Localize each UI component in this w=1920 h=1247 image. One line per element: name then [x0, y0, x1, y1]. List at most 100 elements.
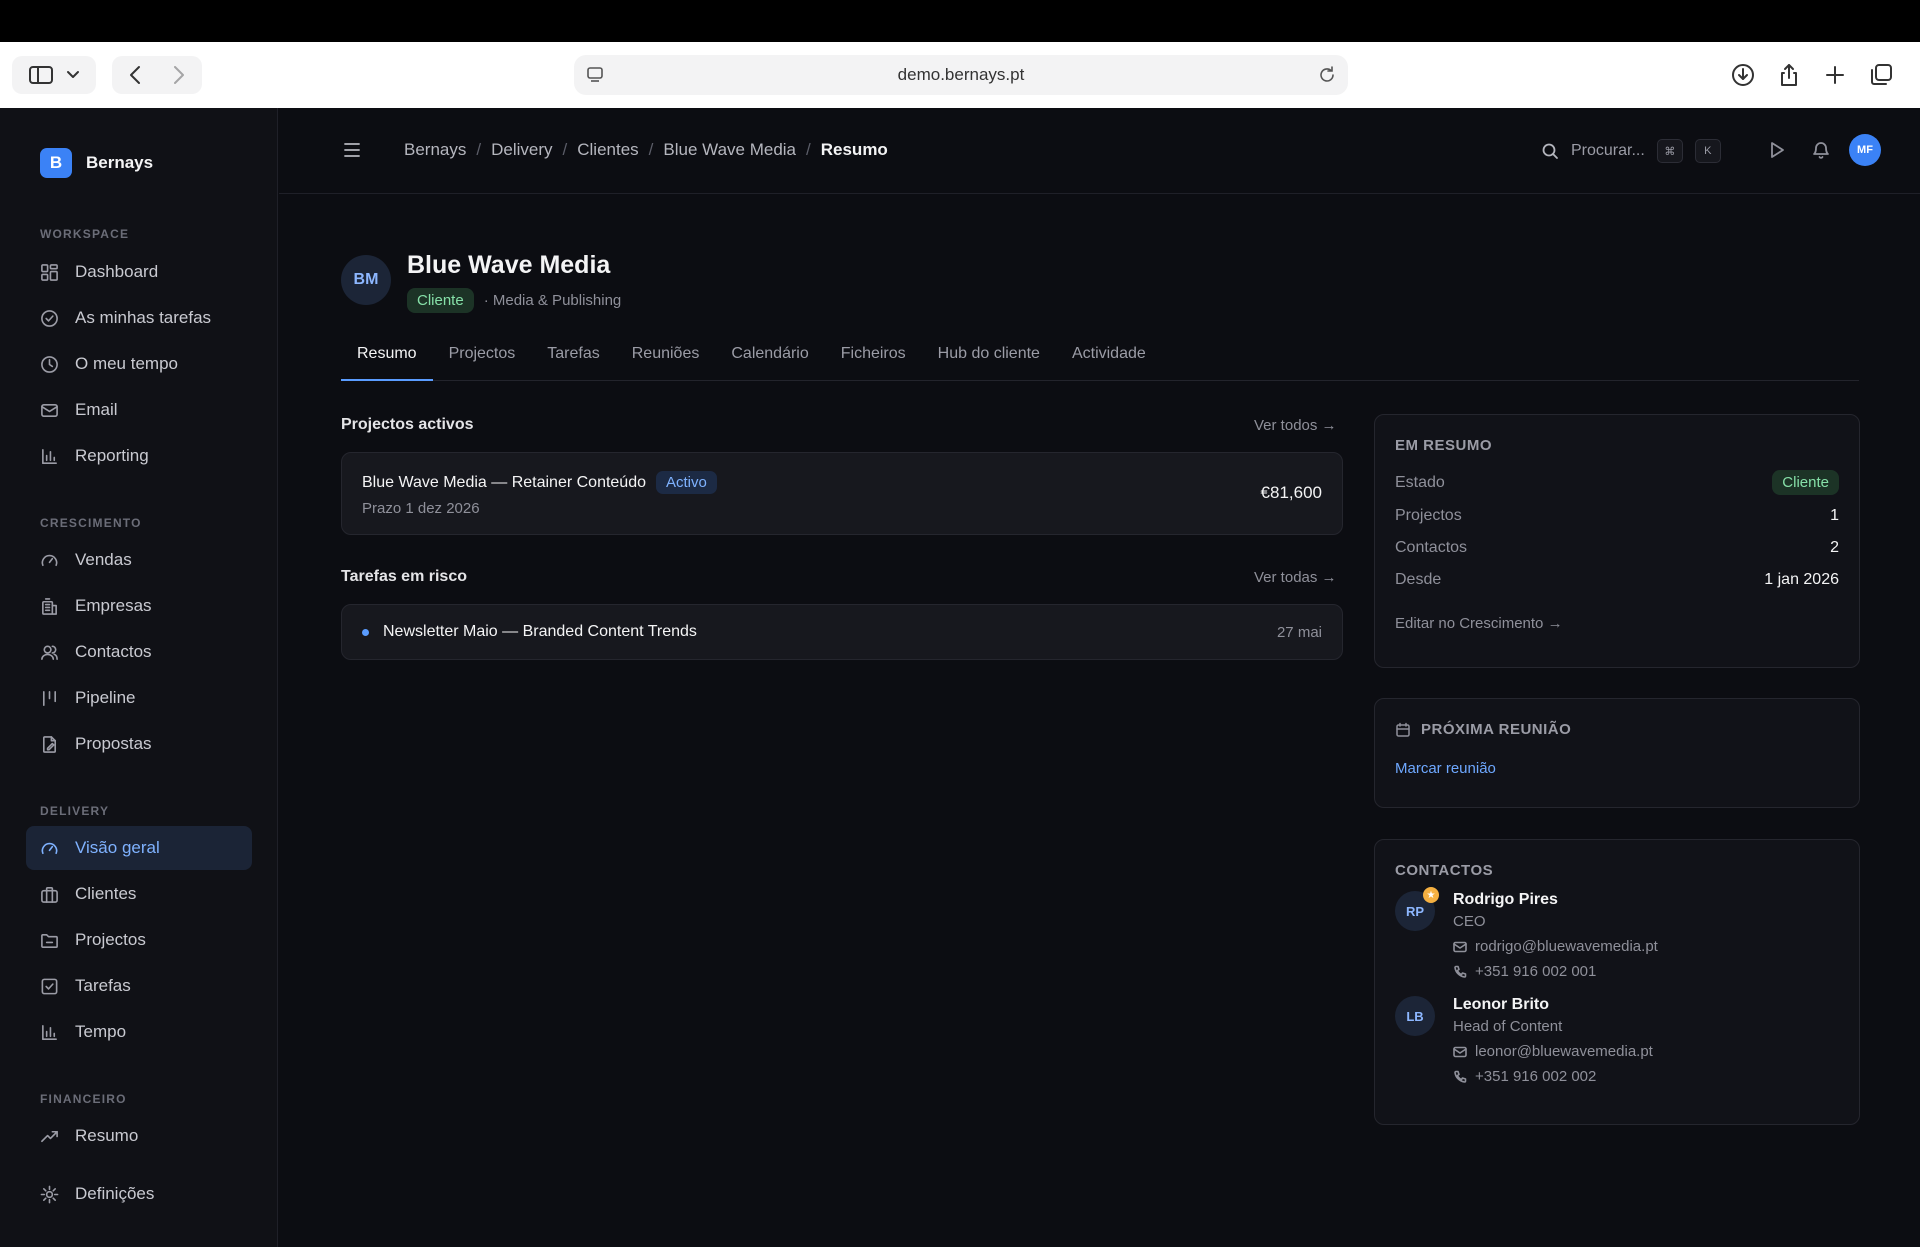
- section-title-workspace: WORKSPACE: [40, 227, 130, 241]
- address-bar[interactable]: demo.bernays.pt: [574, 55, 1348, 95]
- sidebar-item-label: Propostas: [75, 734, 152, 753]
- users-icon: [41, 645, 58, 660]
- sidebar-item-tempo[interactable]: Tempo: [26, 1010, 252, 1054]
- summary-key: Contactos: [1395, 539, 1468, 556]
- breadcrumb-separator: /: [476, 140, 482, 159]
- brand[interactable]: B Bernays: [40, 148, 153, 178]
- new-tab-icon[interactable]: [1822, 62, 1848, 88]
- search-trigger[interactable]: Procurar... ⌘ K: [1541, 139, 1721, 163]
- summary-row-projectos: Projectos 1: [1395, 507, 1839, 525]
- tab-overview-icon[interactable]: [1868, 62, 1894, 88]
- document-edit-icon: [42, 735, 57, 753]
- sidebar-item-label: Projectos: [75, 930, 146, 949]
- breadcrumb-item-clientes[interactable]: Clientes: [577, 140, 638, 160]
- tab-resumo[interactable]: Resumo: [341, 335, 433, 381]
- breadcrumb-separator: /: [648, 140, 654, 159]
- contact-item[interactable]: LB Leonor Brito Head of Content leonor@b…: [1395, 996, 1839, 1085]
- window-top-bar: [0, 0, 1920, 42]
- sidebar-item-definicoes[interactable]: Definições: [26, 1172, 252, 1216]
- contact-email: rodrigo@bluewavemedia.pt: [1475, 938, 1658, 955]
- contact-email-line[interactable]: leonor@bluewavemedia.pt: [1453, 1043, 1653, 1060]
- breadcrumb-item-client[interactable]: Blue Wave Media: [663, 140, 796, 160]
- tab-ficheiros[interactable]: Ficheiros: [825, 335, 922, 381]
- contact-avatar: RP ★: [1395, 887, 1439, 931]
- sidebar-item-label: Dashboard: [75, 262, 159, 281]
- sidebar-item-empresas[interactable]: Empresas: [26, 584, 252, 628]
- gauge-icon: [41, 842, 58, 854]
- summary-value: 1 jan 2026: [1764, 571, 1839, 588]
- summary-key: Estado: [1395, 473, 1445, 491]
- sidebar-item-projectos[interactable]: Projectos: [26, 918, 252, 962]
- sidebar-item-visao-geral[interactable]: Visão geral: [26, 826, 252, 870]
- bar-chart-icon: [42, 448, 57, 464]
- contacts-panel: CONTACTOS RP ★ Rodrigo Pires CEO rodrigo…: [1374, 839, 1860, 1125]
- grid-icon: [41, 263, 58, 281]
- sidebar-item-propostas[interactable]: Propostas: [26, 722, 252, 766]
- see-all-tasks-link[interactable]: Ver todas →: [1254, 569, 1337, 586]
- sidebar-item-tarefas[interactable]: Tarefas: [26, 964, 252, 1008]
- sidebar-item-my-time[interactable]: O meu tempo: [26, 342, 252, 386]
- sidebar-item-clientes[interactable]: Clientes: [26, 872, 252, 916]
- pipeline-icon: [42, 690, 57, 706]
- contact-phone-line[interactable]: +351 916 002 002: [1453, 1068, 1653, 1085]
- risk-task-row[interactable]: Newsletter Maio — Branded Content Trends…: [341, 604, 1343, 660]
- back-arrow-icon[interactable]: [128, 65, 142, 85]
- sidebar-item-my-tasks[interactable]: As minhas tarefas: [26, 296, 252, 340]
- sidebar-item-resumo[interactable]: Resumo: [26, 1114, 252, 1158]
- forward-arrow-icon[interactable]: [172, 65, 186, 85]
- project-value: €81,600: [1260, 483, 1322, 502]
- play-button[interactable]: [1767, 140, 1787, 165]
- tab-projectos[interactable]: Projectos: [433, 335, 532, 381]
- tab-reunioes[interactable]: Reuniões: [616, 335, 716, 381]
- tab-hub-do-cliente[interactable]: Hub do cliente: [922, 335, 1056, 381]
- sidebar-item-reporting[interactable]: Reporting: [26, 434, 252, 478]
- sidebar: B Bernays WORKSPACE Dashboard As minhas …: [0, 108, 278, 1247]
- sidebar-item-label: Tempo: [75, 1022, 127, 1041]
- browser-actions: [1730, 62, 1894, 88]
- sidebar-item-email[interactable]: Email: [26, 388, 252, 432]
- sidebar-item-dashboard[interactable]: Dashboard: [26, 250, 252, 294]
- tab-actividade[interactable]: Actividade: [1056, 335, 1162, 381]
- mail-icon: [1453, 1046, 1467, 1057]
- contact-email-line[interactable]: rodrigo@bluewavemedia.pt: [1453, 938, 1658, 955]
- tab-tarefas[interactable]: Tarefas: [531, 335, 615, 381]
- summary-row-contactos: Contactos 2: [1395, 539, 1839, 557]
- reload-icon[interactable]: [1316, 64, 1338, 86]
- see-all-projects-link[interactable]: Ver todos →: [1254, 417, 1337, 434]
- sidebar-item-label: Reporting: [75, 446, 149, 465]
- contact-phone: +351 916 002 002: [1475, 1068, 1597, 1085]
- shortcut-key-cmd: ⌘: [1656, 139, 1683, 163]
- breadcrumb-item-bernays[interactable]: Bernays: [404, 140, 466, 160]
- download-icon[interactable]: [1730, 62, 1756, 88]
- bar-chart-icon: [42, 1024, 57, 1040]
- clock-icon: [41, 355, 58, 373]
- search-icon: [1542, 143, 1558, 159]
- sidebar-item-label: Visão geral: [75, 838, 160, 857]
- tab-calendario[interactable]: Calendário: [715, 335, 824, 381]
- user-avatar[interactable]: MF: [1849, 134, 1881, 166]
- task-date: 27 mai: [1276, 624, 1322, 641]
- page-settings-icon[interactable]: [584, 64, 606, 86]
- brand-logo: B: [40, 148, 72, 178]
- menu-button[interactable]: [343, 142, 361, 163]
- contact-phone-line[interactable]: +351 916 002 001: [1453, 963, 1658, 980]
- sidebar-toggle-button[interactable]: [12, 56, 96, 94]
- mail-icon: [1453, 941, 1467, 952]
- sidebar-item-label: Resumo: [75, 1126, 139, 1145]
- breadcrumb-separator: /: [562, 140, 568, 159]
- breadcrumb-item-delivery[interactable]: Delivery: [491, 140, 552, 160]
- chevron-down-icon: [67, 71, 79, 78]
- sidebar-item-vendas[interactable]: Vendas: [26, 538, 252, 582]
- contact-item[interactable]: RP ★ Rodrigo Pires CEO rodrigo@bluewavem…: [1395, 887, 1839, 980]
- project-card[interactable]: Blue Wave Media — Retainer Conteúdo Acti…: [341, 452, 1343, 535]
- summary-row-estado: Estado Cliente: [1395, 470, 1839, 495]
- schedule-meeting-link[interactable]: Marcar reunião: [1395, 760, 1839, 777]
- sidebar-item-contactos[interactable]: Contactos: [26, 630, 252, 674]
- notifications-button[interactable]: [1811, 140, 1831, 165]
- check-circle-icon: [41, 309, 58, 327]
- section-title-financeiro: FINANCEIRO: [40, 1092, 127, 1106]
- edit-in-growth-link[interactable]: Editar no Crescimento →: [1395, 615, 1839, 632]
- share-icon[interactable]: [1776, 62, 1802, 88]
- sidebar-item-label: Tarefas: [75, 976, 131, 995]
- sidebar-item-pipeline[interactable]: Pipeline: [26, 676, 252, 720]
